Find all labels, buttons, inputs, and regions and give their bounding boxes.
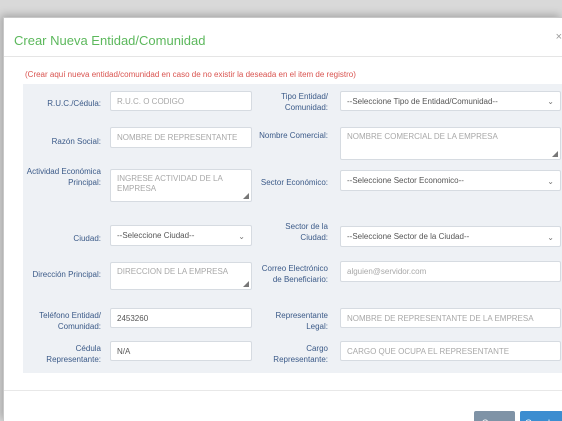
actividad-textarea[interactable]: INGRESE ACTIVIDAD DE LA EMPRESA — [110, 169, 252, 202]
cargo-input[interactable]: CARGO QUE OCUPA EL REPRESENTANTE — [340, 341, 561, 361]
close-button[interactable]: Cerrar — [474, 411, 515, 421]
direccion-placeholder: DIRECCION DE LA EMPRESA — [117, 267, 229, 276]
close-icon[interactable]: × — [556, 31, 562, 43]
resize-grip-icon[interactable] — [552, 151, 558, 157]
entity-form: R.U.C./Cédula: R.U.C. O CODIGO Tipo Enti… — [23, 84, 562, 373]
ruc-label: R.U.C./Cédula: — [47, 99, 101, 108]
razon-social-label: Razón Social: — [51, 137, 101, 146]
sector-economico-selected: --Seleccione Sector Economico-- — [347, 176, 464, 185]
actividad-placeholder: INGRESE ACTIVIDAD DE LA EMPRESA — [117, 174, 223, 193]
razon-social-input[interactable]: NOMBRE DE REPRESENTANTE — [110, 127, 252, 148]
sector-economico-label: Sector Económico: — [260, 178, 328, 187]
ciudad-label: Ciudad: — [73, 234, 101, 243]
notice-text: (Crear aquí nueva entidad/comunidad en c… — [25, 70, 356, 79]
resize-grip-icon[interactable] — [243, 281, 249, 287]
chevron-down-icon: ⌄ — [547, 97, 554, 106]
sector-ciudad-label: Sector de la Ciudad: — [285, 222, 328, 242]
create-entity-modal: Crear Nueva Entidad/Comunidad × (Crear a… — [3, 17, 562, 421]
sector-ciudad-selected: --Seleccione Sector de la Ciudad-- — [347, 232, 470, 241]
direccion-label: Dirección Principal: — [32, 270, 101, 279]
telefono-input[interactable]: 2453260 — [110, 308, 252, 328]
chevron-down-icon: ⌄ — [238, 231, 245, 241]
cedula-label: Cédula Representante: — [46, 344, 101, 364]
correo-input[interactable]: alguien@servidor.com — [340, 261, 561, 282]
ruc-input[interactable]: R.U.C. O CODIGO — [110, 91, 252, 111]
chevron-down-icon: ⌄ — [547, 176, 554, 186]
resize-grip-icon[interactable] — [243, 193, 249, 199]
footer-divider — [4, 390, 562, 391]
modal-title: Crear Nueva Entidad/Comunidad — [14, 33, 206, 48]
modal-header: Crear Nueva Entidad/Comunidad × — [4, 18, 562, 57]
tipo-entidad-selected: --Seleccione Tipo de Entidad/Comunidad-- — [347, 96, 498, 106]
actividad-label: Actividad Económica Principal: — [26, 167, 101, 187]
save-button[interactable]: Guardar — [520, 411, 562, 421]
correo-label: Correo Electrónico de Beneficiario: — [261, 264, 328, 284]
sector-economico-select[interactable]: --Seleccione Sector Economico-- ⌄ — [340, 170, 561, 191]
sector-ciudad-select[interactable]: --Seleccione Sector de la Ciudad-- ⌄ — [340, 226, 561, 247]
representante-label: Representante Legal: — [275, 311, 328, 331]
ciudad-select[interactable]: --Seleccione Ciudad-- ⌄ — [110, 225, 252, 246]
tipo-entidad-label: Tipo Entidad/ Comunidad: — [281, 92, 328, 112]
representante-input[interactable]: NOMBRE DE REPRESENTANTE DE LA EMPRESA — [340, 308, 561, 328]
cedula-input[interactable]: N/A — [110, 341, 252, 361]
tipo-entidad-select[interactable]: --Seleccione Tipo de Entidad/Comunidad--… — [340, 91, 561, 111]
telefono-label: Teléfono Entidad/ Comunidad: — [39, 311, 101, 331]
cargo-label: Cargo Representante: — [273, 344, 328, 364]
ciudad-selected: --Seleccione Ciudad-- — [117, 231, 195, 240]
nombre-comercial-placeholder: NOMBRE COMERCIAL DE LA EMPRESA — [347, 132, 498, 141]
direccion-textarea[interactable]: DIRECCION DE LA EMPRESA — [110, 262, 252, 290]
nombre-comercial-textarea[interactable]: NOMBRE COMERCIAL DE LA EMPRESA — [340, 127, 561, 160]
nombre-comercial-label: Nombre Comercial: — [259, 131, 328, 140]
chevron-down-icon: ⌄ — [547, 232, 554, 242]
